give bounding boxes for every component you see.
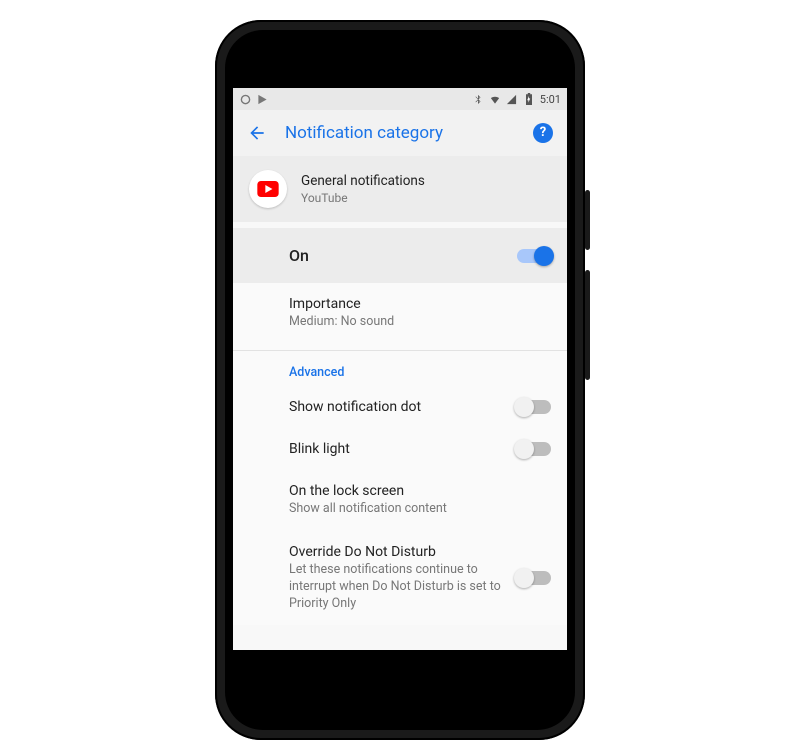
battery-icon	[523, 93, 535, 105]
lock-screen-title: On the lock screen	[289, 483, 551, 499]
channel-app: YouTube	[301, 191, 425, 205]
lock-screen-subtitle: Show all notification content	[289, 501, 551, 518]
show-dot-title: Show notification dot	[289, 399, 505, 415]
master-switch-row[interactable]: On	[233, 228, 567, 283]
cell-signal-icon	[506, 93, 518, 105]
importance-value: Medium: No sound	[289, 314, 551, 331]
master-switch-label: On	[289, 246, 309, 265]
status-bar: 5:01	[233, 88, 567, 110]
channel-name: General notifications	[301, 173, 425, 189]
phone-frame: 5:01 Notification category ? General not…	[215, 20, 585, 740]
app-bar: Notification category ?	[233, 110, 567, 156]
status-time: 5:01	[540, 93, 561, 106]
bluetooth-icon	[472, 93, 484, 105]
show-dot-toggle[interactable]	[517, 400, 551, 414]
youtube-icon	[249, 170, 287, 208]
override-dnd-subtitle: Let these notifications continue to inte…	[289, 562, 505, 613]
importance-title: Importance	[289, 296, 551, 312]
blink-light-title: Blink light	[289, 441, 505, 457]
advanced-section-label: Advanced	[233, 351, 567, 386]
channel-header: General notifications YouTube	[233, 156, 567, 222]
blink-light-row[interactable]: Blink light	[233, 428, 567, 470]
lock-screen-row[interactable]: On the lock screen Show all notification…	[233, 470, 567, 531]
help-button[interactable]: ?	[533, 123, 553, 143]
override-dnd-row[interactable]: Override Do Not Disturb Let these notifi…	[233, 531, 567, 626]
page-title: Notification category	[285, 123, 515, 143]
circle-icon	[239, 93, 251, 105]
importance-row[interactable]: Importance Medium: No sound	[233, 283, 567, 344]
screen: 5:01 Notification category ? General not…	[233, 88, 567, 650]
override-dnd-title: Override Do Not Disturb	[289, 544, 505, 560]
blink-light-toggle[interactable]	[517, 442, 551, 456]
master-toggle[interactable]	[517, 249, 551, 263]
override-dnd-toggle[interactable]	[517, 571, 551, 585]
show-dot-row[interactable]: Show notification dot	[233, 386, 567, 428]
play-store-icon	[256, 93, 268, 105]
wifi-icon	[489, 93, 501, 105]
back-button[interactable]	[247, 123, 267, 143]
